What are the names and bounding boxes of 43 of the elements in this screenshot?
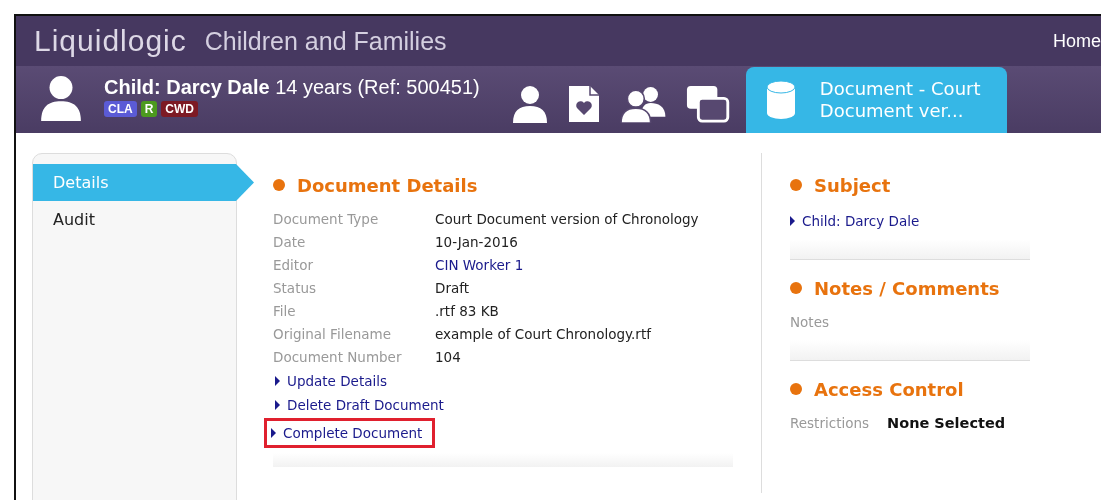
sidebar-item[interactable]: Audit	[33, 201, 236, 238]
section-heading: Subject	[814, 174, 891, 196]
field-value: example of Court Chronology.rtf	[435, 326, 653, 342]
field-label: Document Type	[273, 211, 380, 227]
field-link[interactable]: CIN Worker 1	[435, 257, 733, 273]
subject-link[interactable]: Child: Darcy Dale	[790, 213, 1030, 229]
action-link[interactable]: Delete Draft Document	[273, 397, 446, 413]
app-title: Children and Families	[204, 26, 447, 56]
database-icon	[765, 80, 796, 120]
field-value: 104	[435, 349, 462, 365]
bullet-icon	[790, 179, 802, 191]
person-icon	[511, 85, 548, 123]
status-badge: CLA	[104, 101, 137, 117]
action-link[interactable]: Complete Document	[267, 421, 433, 445]
section-heading: Notes / Comments	[814, 277, 1000, 299]
field-label: Notes	[790, 314, 830, 330]
field-label: Document Number	[273, 349, 403, 365]
people-icon	[619, 85, 667, 123]
bullet-icon	[790, 282, 802, 294]
field-value: 10-Jan-2016	[435, 234, 519, 250]
status-badge: CWD	[161, 101, 198, 117]
app-logo: Liquidlogic	[34, 24, 187, 58]
home-link[interactable]: Home	[1053, 30, 1101, 52]
field-label: Original Filename	[273, 326, 392, 342]
subject-heading: Child: Darcy Dale 14 years (Ref: 500451)	[104, 76, 480, 99]
field-label: Restrictions	[790, 415, 870, 431]
document-heart-icon	[567, 85, 600, 123]
bullet-icon	[790, 383, 802, 395]
field-label: Date	[273, 234, 307, 250]
field-label: Editor	[273, 257, 314, 273]
field-label: File	[273, 303, 297, 319]
windows-icon	[686, 85, 730, 123]
field-value: Court Document version of Chronology	[435, 211, 700, 227]
field-value: None Selected	[887, 415, 1006, 431]
person-icon	[40, 75, 82, 121]
bullet-icon	[273, 179, 285, 191]
field-value: Draft	[435, 280, 471, 296]
status-badge: R	[140, 101, 158, 117]
field-value: .rtf 83 KB	[435, 303, 500, 319]
section-heading: Access Control	[814, 378, 964, 400]
section-heading: Document Details	[297, 174, 478, 196]
field-label: Status	[273, 280, 318, 296]
action-link[interactable]: Update Details	[273, 373, 389, 389]
